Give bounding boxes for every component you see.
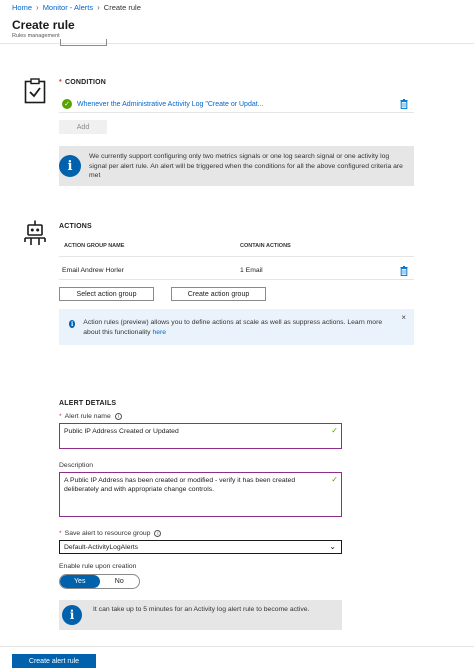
toggle-no-option[interactable]: No <box>100 575 140 588</box>
condition-link[interactable]: Whenever the Administrative Activity Log… <box>77 101 264 108</box>
condition-title-text: CONDITION <box>64 79 107 86</box>
alert-rule-name-input[interactable]: Public IP Address Created or Updated ✓ <box>59 423 342 449</box>
activation-info-box: i It can take up to 5 minutes for an Act… <box>59 600 342 630</box>
footer-divider <box>0 646 474 647</box>
learn-more-link[interactable]: here <box>152 329 166 336</box>
valid-check-icon: ✓ <box>331 426 338 435</box>
required-mark: * <box>59 530 62 537</box>
breadcrumb-monitor-link[interactable]: Monitor - Alerts <box>43 3 93 12</box>
alert-rule-name-value: Public IP Address Created or Updated <box>64 428 179 435</box>
delete-icon[interactable] <box>400 99 408 109</box>
create-alert-rule-button[interactable]: Create alert rule <box>12 654 96 668</box>
info-strip: i <box>59 600 85 630</box>
action-group-name-cell: Email Andrew Horler <box>62 267 124 274</box>
toggle-yes-option[interactable]: Yes <box>60 575 100 588</box>
description-textarea[interactable]: A Public IP Address has been created or … <box>59 472 342 517</box>
condition-info-box: i We currently support configuring only … <box>59 146 414 186</box>
info-icon: i <box>59 155 81 177</box>
description-label: Description <box>59 462 93 469</box>
resource-group-label-text: Save alert to resource group <box>64 530 151 537</box>
required-mark: * <box>59 413 62 420</box>
select-action-group-button[interactable]: Select action group <box>59 287 154 301</box>
partial-button[interactable] <box>60 39 107 46</box>
resource-group-value: Default-ActivityLogAlerts <box>64 544 139 551</box>
description-value: A Public IP Address has been created or … <box>64 477 296 493</box>
check-circle-icon: ✓ <box>62 99 72 109</box>
action-rules-info-box: i Action rules (preview) allows you to d… <box>59 309 414 345</box>
info-tooltip-icon[interactable]: i <box>114 413 122 420</box>
contain-actions-cell: 1 Email <box>240 267 263 274</box>
alert-rule-name-label-text: Alert rule name <box>64 413 111 420</box>
table-row: Email Andrew Horler 1 Email <box>59 262 414 280</box>
breadcrumb-home-link[interactable]: Home <box>12 3 32 12</box>
add-condition-button[interactable]: Add <box>59 120 107 134</box>
create-action-group-button[interactable]: Create action group <box>171 287 266 301</box>
action-rules-info-text: Action rules (preview) allows you to def… <box>75 309 414 345</box>
activation-info-text: It can take up to 5 minutes for an Activ… <box>93 606 310 613</box>
actions-table-divider <box>59 256 414 257</box>
close-icon[interactable]: × <box>401 313 406 322</box>
page-subtitle: Rules management <box>12 33 60 39</box>
alert-details-section-title: ALERT DETAILS <box>59 400 117 407</box>
condition-section-title: * CONDITION <box>59 79 106 86</box>
info-icon: i <box>62 605 82 625</box>
resource-group-label: * Save alert to resource group i <box>59 530 162 537</box>
column-header-action-group: ACTION GROUP NAME <box>64 243 125 249</box>
clipboard-check-icon <box>24 78 46 104</box>
actions-table-header: ACTION GROUP NAME CONTAIN ACTIONS <box>59 240 414 254</box>
action-rules-info-body: Action rules (preview) allows you to def… <box>83 319 383 336</box>
valid-check-icon: ✓ <box>331 475 338 484</box>
enable-rule-toggle[interactable]: Yes No <box>59 574 140 589</box>
column-header-contain-actions: CONTAIN ACTIONS <box>240 243 291 249</box>
info-strip: i <box>59 146 81 186</box>
delete-icon[interactable] <box>400 266 408 276</box>
condition-row: ✓ Whenever the Administrative Activity L… <box>59 96 414 113</box>
breadcrumb-current: Create rule <box>103 3 141 12</box>
chevron-right-icon: › <box>97 3 100 12</box>
enable-rule-label: Enable rule upon creation <box>59 563 137 570</box>
chevron-down-icon: ⌄ <box>329 542 336 551</box>
chevron-right-icon: › <box>36 3 39 12</box>
resource-group-select[interactable]: Default-ActivityLogAlerts ⌄ <box>59 540 342 554</box>
page-title: Create rule <box>12 18 75 32</box>
robot-icon <box>24 220 46 245</box>
alert-rule-name-label: * Alert rule name i <box>59 413 122 420</box>
info-tooltip-icon[interactable]: i <box>154 530 162 537</box>
actions-section-title: ACTIONS <box>59 223 92 230</box>
required-mark: * <box>59 79 62 86</box>
breadcrumb: Home › Monitor - Alerts › Create rule <box>12 3 141 12</box>
condition-info-text: We currently support configuring only tw… <box>89 153 403 179</box>
